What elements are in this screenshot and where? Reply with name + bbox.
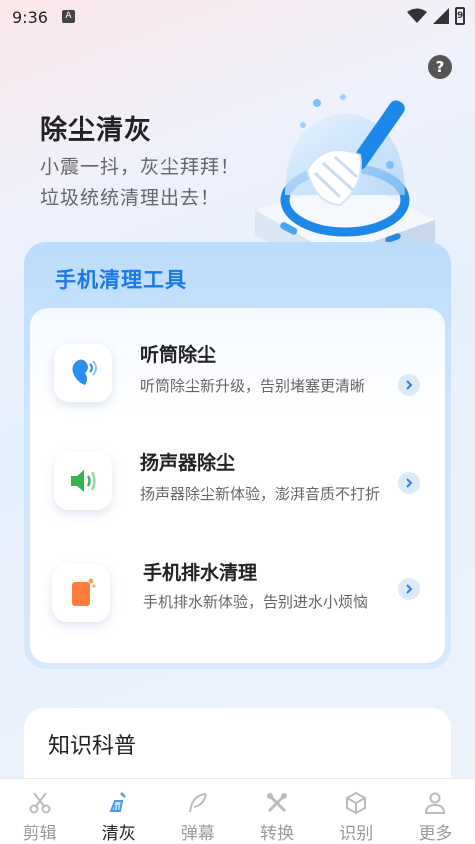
scissors-icon <box>27 791 53 815</box>
nav-item-clean[interactable]: 清灰 <box>79 779 158 844</box>
wifi-icon <box>407 8 427 23</box>
tool-name: 听筒除尘 <box>140 344 217 366</box>
tool-item-earpiece[interactable]: 听筒除尘 听筒除尘新升级，告别堵塞更清晰 <box>30 334 445 424</box>
tool-item-water-drain[interactable]: 手机排水清理 手机排水新体验，告别进水小烦恼 <box>30 552 445 642</box>
tool-desc: 手机排水新体验，告别进水小烦恼 <box>143 593 369 611</box>
tool-desc: 听筒除尘新升级，告别堵塞更清晰 <box>140 377 366 395</box>
tool-desc: 扬声器除尘新体验，澎湃音质不打折 <box>140 485 381 503</box>
nav-item-more[interactable]: 更多 <box>396 779 475 844</box>
nav-label: 清灰 <box>101 824 136 844</box>
chevron-right-icon[interactable] <box>398 472 420 494</box>
person-icon <box>422 791 448 815</box>
hero-subtitle-1: 小震一抖，灰尘拜拜！ <box>40 156 241 178</box>
knowledge-title: 知识科普 <box>48 734 137 759</box>
nav-label: 识别 <box>339 824 374 844</box>
bottom-nav: 剪辑 清灰 弹幕 转换 识别 更多 <box>0 778 475 844</box>
status-right: 9 <box>407 7 465 25</box>
cube-icon <box>343 791 369 815</box>
tools-list: 听筒除尘 听筒除尘新升级，告别堵塞更清晰 扬声器除尘 扬声器除尘新体验，澎湃音质… <box>30 308 445 663</box>
signal-icon <box>433 8 449 24</box>
status-bar: 9:36 A 9 <box>0 0 475 34</box>
tools-icon <box>264 791 290 815</box>
help-button[interactable]: ? <box>428 55 452 79</box>
page-title: 除尘清灰 <box>40 115 152 146</box>
nav-item-convert[interactable]: 转换 <box>238 779 317 844</box>
hero-subtitle-2: 垃圾统统清理出去！ <box>40 187 221 209</box>
nav-item-danmaku[interactable]: 弹幕 <box>158 779 237 844</box>
nav-label: 弹幕 <box>180 824 215 844</box>
nav-label: 转换 <box>260 824 295 844</box>
tool-name: 扬声器除尘 <box>140 452 236 474</box>
speaker-icon <box>54 452 112 510</box>
tools-title: 手机清理工具 <box>55 268 187 292</box>
feather-icon <box>185 791 211 815</box>
nav-label: 更多 <box>418 824 453 844</box>
battery-icon: 9 <box>455 7 465 25</box>
notification-icon: A <box>62 10 75 23</box>
earpiece-icon <box>54 344 112 402</box>
chevron-right-icon[interactable] <box>398 578 420 600</box>
chevron-right-icon[interactable] <box>398 374 420 396</box>
broom-icon <box>106 791 132 815</box>
nav-item-recognize[interactable]: 识别 <box>317 779 396 844</box>
nav-item-edit[interactable]: 剪辑 <box>0 779 79 844</box>
cleaning-tools-card: 手机清理工具 听筒除尘 听筒除尘新升级，告别堵塞更清晰 扬声器除尘 扬声器除尘新… <box>24 242 451 669</box>
status-time: 9:36 <box>12 8 48 27</box>
nav-label: 剪辑 <box>22 824 57 844</box>
tool-name: 手机排水清理 <box>143 562 258 584</box>
tool-item-speaker[interactable]: 扬声器除尘 扬声器除尘新体验，澎湃音质不打折 <box>30 442 445 542</box>
water-drain-icon <box>52 564 110 622</box>
